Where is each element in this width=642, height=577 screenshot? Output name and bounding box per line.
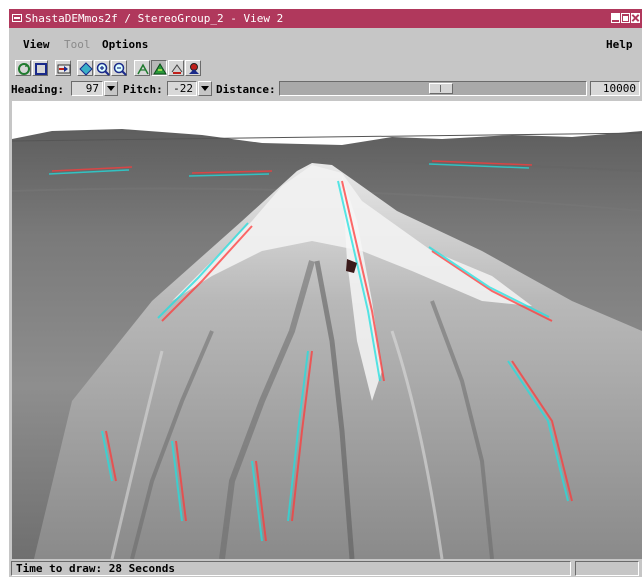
move-viewer-button[interactable] [134,60,150,76]
3d-view-canvas[interactable] [12,101,642,559]
zoom-extent-icon [57,64,71,74]
fly-icon [171,64,183,74]
system-menu-icon[interactable] [12,14,22,22]
distance-slider[interactable] [279,81,587,96]
fit-icon [79,62,93,76]
heading-field[interactable]: 97 [71,81,103,96]
window-title: ShastaDEMmos2f / StereoGroup_2 - View 2 [25,12,284,25]
pitch-label: Pitch: [123,83,163,96]
zoom-in-button[interactable] [94,60,110,76]
move-viewer-icon [137,63,149,75]
menu-tool[interactable]: Tool [64,38,91,51]
minimize-icon[interactable] [611,13,620,23]
move-scene-button[interactable] [151,60,167,76]
zoom-out-icon [113,62,127,76]
status-secondary-pane [575,561,639,576]
zoom-extent-button[interactable] [55,60,71,76]
stereo-icon [189,63,199,74]
distance-field[interactable]: 10000 [590,81,640,96]
pitch-field[interactable]: -22 [167,81,197,96]
draw-time-status: Time to draw: 28 Seconds [11,561,571,576]
zoom-in-icon [96,62,110,76]
view-window: ShastaDEMmos2f / StereoGroup_2 - View 2 … [9,9,642,577]
full-view-icon [35,63,47,75]
menu-help[interactable]: Help [606,38,633,51]
menu-options[interactable]: Options [102,38,148,51]
fly-button[interactable] [168,60,184,76]
move-scene-icon [153,63,167,75]
full-view-button[interactable] [32,60,48,76]
heading-dropdown[interactable] [104,81,118,96]
menu-view[interactable]: View [23,38,50,51]
redraw-icon [18,63,30,75]
menu-bar: View Tool Options Help [9,36,642,52]
fit-button[interactable] [77,60,93,76]
navigation-controls: Heading: 97 Pitch: -22 Distance: 10000 [9,80,642,98]
heading-label: Heading: [11,83,64,96]
maximize-icon[interactable] [621,13,630,23]
close-icon[interactable] [631,13,640,23]
title-bar[interactable]: ShastaDEMmos2f / StereoGroup_2 - View 2 [9,9,642,28]
status-bar: Time to draw: 28 Seconds [9,560,642,577]
distance-label: Distance: [216,83,276,96]
stereo-button[interactable] [185,60,201,76]
anaglyph-terrain-image [12,129,642,559]
distance-slider-thumb[interactable] [429,83,453,94]
pitch-dropdown[interactable] [198,81,212,96]
zoom-out-button[interactable] [111,60,127,76]
redraw-button[interactable] [15,60,31,76]
